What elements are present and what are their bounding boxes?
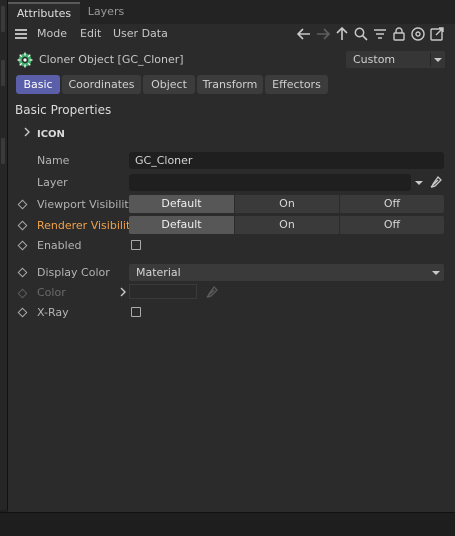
name-input-value: GC_Cloner bbox=[135, 154, 193, 167]
viewport-visibility-label: Viewport Visibility bbox=[37, 198, 136, 211]
attribute-menu-bar: Mode Edit User Data bbox=[8, 24, 455, 44]
tab-attributes[interactable]: Attributes bbox=[8, 2, 80, 24]
eyedropper-icon bbox=[206, 285, 218, 299]
cloner-icon bbox=[17, 52, 33, 68]
dock-handle[interactable] bbox=[1, 60, 5, 86]
color-swatch bbox=[129, 284, 197, 299]
object-title: Cloner Object [GC_Cloner] bbox=[39, 53, 184, 66]
target-icon[interactable] bbox=[410, 26, 426, 42]
layer-link-field[interactable] bbox=[129, 174, 411, 191]
open-window-icon[interactable] bbox=[429, 26, 445, 42]
viewport-visibility-selector: Default On Off bbox=[129, 195, 444, 213]
renderer-visibility-selector: Default On Off bbox=[129, 216, 444, 234]
menu-user-data[interactable]: User Data bbox=[113, 27, 168, 40]
subtab-effectors[interactable]: Effectors bbox=[265, 75, 328, 94]
xray-checkbox[interactable] bbox=[131, 307, 141, 317]
viewport-visibility-off[interactable]: Off bbox=[340, 195, 444, 213]
layer-label: Layer bbox=[37, 176, 68, 189]
tab-layers[interactable]: Layers bbox=[82, 2, 130, 24]
bottom-status-strip bbox=[0, 512, 455, 536]
panel-tab-bar: Attributes Layers bbox=[8, 0, 455, 24]
enabled-label: Enabled bbox=[37, 239, 82, 252]
xray-label: X-Ray bbox=[37, 306, 69, 319]
enabled-checkbox[interactable] bbox=[131, 240, 141, 250]
name-label: Name bbox=[37, 154, 70, 167]
up-arrow-icon[interactable] bbox=[334, 26, 350, 42]
display-color-value: Material bbox=[136, 266, 181, 279]
dock-handle[interactable] bbox=[1, 138, 5, 164]
menu-edit[interactable]: Edit bbox=[80, 27, 101, 40]
attribute-sub-tabs: Basic Coordinates Object Transform Effec… bbox=[8, 75, 455, 95]
subtab-basic[interactable]: Basic bbox=[16, 75, 60, 94]
renderer-visibility-on[interactable]: On bbox=[235, 216, 339, 234]
filter-icon[interactable] bbox=[372, 26, 388, 42]
subtab-coordinates[interactable]: Coordinates bbox=[62, 75, 141, 94]
chevron-right-icon[interactable] bbox=[118, 286, 128, 298]
viewport-visibility-on[interactable]: On bbox=[235, 195, 339, 213]
viewport-visibility-default[interactable]: Default bbox=[129, 195, 234, 213]
dropdown-divider bbox=[430, 53, 431, 66]
display-color-label: Display Color bbox=[37, 266, 110, 279]
section-title: Basic Properties bbox=[15, 103, 112, 117]
forward-arrow-icon[interactable] bbox=[315, 26, 331, 42]
renderer-visibility-default[interactable]: Default bbox=[129, 216, 234, 234]
dropdown-caret-icon bbox=[434, 58, 442, 62]
object-header: Cloner Object [GC_Cloner] Custom bbox=[8, 49, 455, 71]
color-label: Color bbox=[37, 286, 66, 299]
back-arrow-icon[interactable] bbox=[296, 26, 312, 42]
renderer-visibility-off[interactable]: Off bbox=[340, 216, 444, 234]
dropdown-caret-icon bbox=[432, 271, 440, 275]
search-icon[interactable] bbox=[353, 26, 369, 42]
lock-icon[interactable] bbox=[391, 26, 407, 42]
group-title-icon[interactable]: ICON bbox=[37, 129, 65, 140]
menu-icon[interactable] bbox=[15, 29, 27, 39]
name-input[interactable]: GC_Cloner bbox=[129, 152, 444, 169]
subtab-object[interactable]: Object bbox=[143, 75, 195, 94]
chevron-right-icon[interactable] bbox=[22, 126, 32, 138]
preset-dropdown[interactable]: Custom bbox=[346, 51, 445, 68]
left-dock-strip bbox=[0, 0, 8, 510]
renderer-visibility-label: Renderer Visibility bbox=[37, 219, 137, 232]
display-color-dropdown[interactable]: Material bbox=[129, 264, 444, 281]
preset-dropdown-value: Custom bbox=[353, 53, 396, 66]
menu-mode[interactable]: Mode bbox=[37, 27, 67, 40]
subtab-transform[interactable]: Transform bbox=[197, 75, 263, 94]
dock-handle[interactable] bbox=[1, 6, 5, 32]
dropdown-caret-icon[interactable] bbox=[415, 181, 423, 185]
eyedropper-icon[interactable] bbox=[428, 174, 444, 190]
